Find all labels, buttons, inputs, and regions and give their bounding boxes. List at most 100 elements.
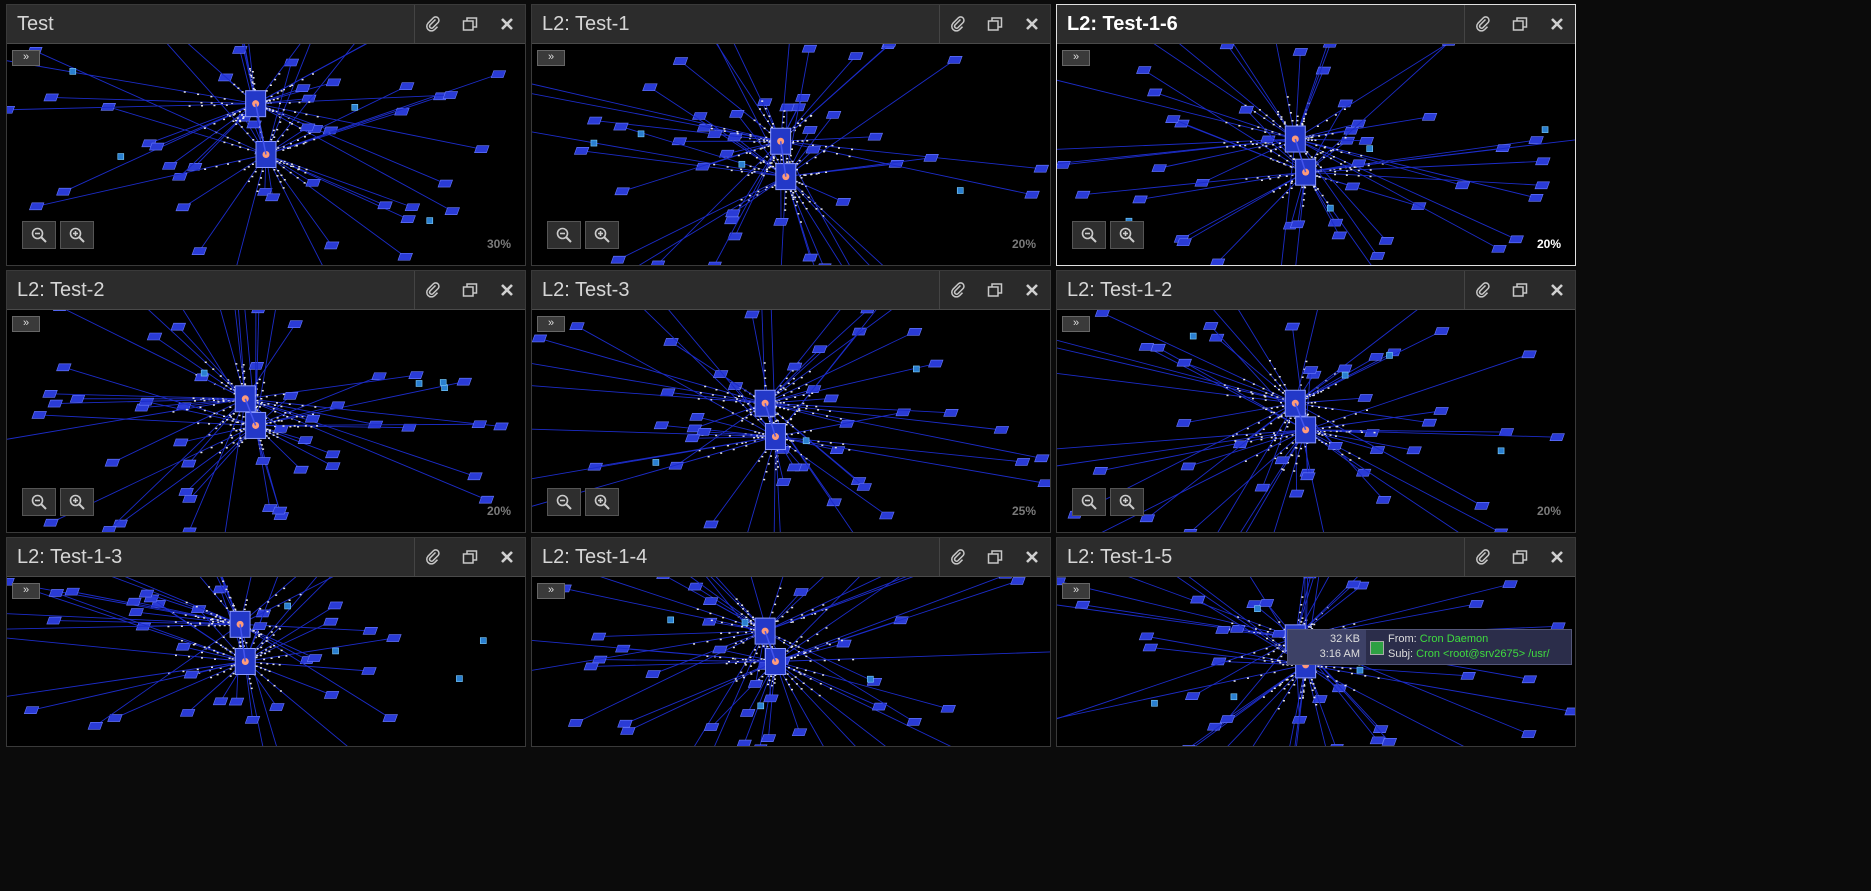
- zoom-in-icon[interactable]: [1110, 488, 1144, 516]
- paperclip-icon[interactable]: [422, 279, 444, 301]
- close-icon[interactable]: [1021, 13, 1043, 35]
- topology-canvas[interactable]: » 20%: [532, 44, 1050, 265]
- zoom-out-icon[interactable]: [22, 488, 56, 516]
- panel-toolbar: [1464, 271, 1575, 309]
- topology-canvas[interactable]: » 30%: [7, 44, 525, 265]
- panel-titlebar[interactable]: L2: Test-1: [532, 5, 1050, 44]
- zoom-in-icon[interactable]: [60, 221, 94, 249]
- panel-toolbar: [414, 538, 525, 576]
- expand-icon[interactable]: »: [12, 316, 40, 332]
- paperclip-icon[interactable]: [947, 279, 969, 301]
- panel-titlebar[interactable]: Test: [7, 5, 525, 44]
- close-icon[interactable]: [1546, 279, 1568, 301]
- panel-titlebar[interactable]: L2: Test-1-2: [1057, 271, 1575, 310]
- restore-window-icon[interactable]: [984, 279, 1006, 301]
- zoom-out-icon[interactable]: [1072, 221, 1106, 249]
- expand-icon[interactable]: »: [1062, 50, 1090, 66]
- zoom-controls: [1072, 221, 1144, 249]
- paperclip-icon[interactable]: [1472, 546, 1494, 568]
- zoom-controls: [22, 488, 94, 516]
- topology-canvas[interactable]: » 20%: [1057, 310, 1575, 532]
- close-icon[interactable]: [1546, 13, 1568, 35]
- zoom-out-icon[interactable]: [547, 488, 581, 516]
- close-icon[interactable]: [1021, 279, 1043, 301]
- paperclip-icon[interactable]: [947, 546, 969, 568]
- tooltip-subject: Subj: Cron <root@srv2675> /usr/: [1388, 648, 1550, 660]
- zoom-in-icon[interactable]: [1110, 221, 1144, 249]
- panel-title: L2: Test-1-2: [1067, 278, 1173, 301]
- restore-window-icon[interactable]: [1509, 546, 1531, 568]
- topology-panel: L2: Test-1 » 20%: [531, 4, 1051, 266]
- panel-toolbar: [939, 5, 1050, 43]
- expand-icon[interactable]: »: [537, 50, 565, 66]
- message-tooltip: 32 KB 3:16 AM From: Cron Daemon Subj: Cron …: [1287, 629, 1572, 665]
- expand-icon[interactable]: »: [1062, 316, 1090, 332]
- panel-title: L2: Test-2: [17, 278, 105, 301]
- tooltip-size: 32 KB: [1330, 633, 1360, 645]
- panel-toolbar: [1464, 538, 1575, 576]
- panel-titlebar[interactable]: L2: Test-1-4: [532, 538, 1050, 577]
- topology-grid: Test » 30% L2: Test-1 » 20% L2: Test-1-6…: [0, 0, 1871, 891]
- restore-window-icon[interactable]: [984, 13, 1006, 35]
- topology-canvas[interactable]: » 20%: [1057, 44, 1575, 265]
- zoom-level: 25%: [1011, 504, 1036, 518]
- zoom-controls: [22, 221, 94, 249]
- expand-icon[interactable]: »: [537, 583, 565, 599]
- paperclip-icon[interactable]: [1472, 13, 1494, 35]
- topology-panel: L2: Test-2 » 20%: [6, 270, 526, 533]
- restore-window-icon[interactable]: [1509, 13, 1531, 35]
- panel-titlebar[interactable]: L2: Test-1-5: [1057, 538, 1575, 577]
- panel-toolbar: [414, 271, 525, 309]
- topology-canvas[interactable]: » 20%: [7, 310, 525, 532]
- paperclip-icon[interactable]: [1472, 279, 1494, 301]
- panel-titlebar[interactable]: L2: Test-2: [7, 271, 525, 310]
- zoom-controls: [547, 488, 619, 516]
- panel-toolbar: [939, 271, 1050, 309]
- close-icon[interactable]: [496, 279, 518, 301]
- topology-graph[interactable]: [7, 577, 525, 746]
- restore-window-icon[interactable]: [1509, 279, 1531, 301]
- topology-graph[interactable]: [532, 577, 1050, 746]
- restore-window-icon[interactable]: [459, 279, 481, 301]
- zoom-in-icon[interactable]: [585, 221, 619, 249]
- close-icon[interactable]: [1546, 546, 1568, 568]
- topology-canvas[interactable]: »: [7, 577, 525, 746]
- panel-title: L2: Test-1: [542, 12, 630, 35]
- zoom-level: 20%: [1536, 504, 1561, 518]
- topology-canvas[interactable]: »: [532, 577, 1050, 746]
- zoom-out-icon[interactable]: [547, 221, 581, 249]
- topology-canvas[interactable]: » 25%: [532, 310, 1050, 532]
- topology-canvas[interactable]: » 32 KB 3:16 AM From: Cron Daemon Subj: Cro…: [1057, 577, 1575, 746]
- zoom-in-icon[interactable]: [60, 488, 94, 516]
- panel-title: L2: Test-1-5: [1067, 545, 1173, 568]
- panel-toolbar: [1464, 5, 1575, 43]
- zoom-controls: [1072, 488, 1144, 516]
- zoom-out-icon[interactable]: [1072, 488, 1106, 516]
- expand-icon[interactable]: »: [12, 583, 40, 599]
- restore-window-icon[interactable]: [984, 546, 1006, 568]
- expand-icon[interactable]: »: [537, 316, 565, 332]
- status-icon: [1370, 641, 1384, 655]
- expand-icon[interactable]: »: [1062, 583, 1090, 599]
- paperclip-icon[interactable]: [422, 13, 444, 35]
- restore-window-icon[interactable]: [459, 13, 481, 35]
- panel-titlebar[interactable]: L2: Test-1-6: [1057, 5, 1575, 44]
- panel-title: L2: Test-1-3: [17, 545, 123, 568]
- panel-toolbar: [939, 538, 1050, 576]
- restore-window-icon[interactable]: [459, 546, 481, 568]
- tooltip-time: 3:16 AM: [1319, 648, 1360, 660]
- expand-icon[interactable]: »: [12, 50, 40, 66]
- paperclip-icon[interactable]: [422, 546, 444, 568]
- close-icon[interactable]: [1021, 546, 1043, 568]
- zoom-out-icon[interactable]: [22, 221, 56, 249]
- tooltip-from: From: Cron Daemon: [1388, 633, 1489, 645]
- panel-titlebar[interactable]: L2: Test-3: [532, 271, 1050, 310]
- panel-title: L2: Test-1-4: [542, 545, 648, 568]
- close-icon[interactable]: [496, 13, 518, 35]
- paperclip-icon[interactable]: [947, 13, 969, 35]
- panel-titlebar[interactable]: L2: Test-1-3: [7, 538, 525, 577]
- panel-title: Test: [17, 12, 54, 35]
- close-icon[interactable]: [496, 546, 518, 568]
- zoom-level: 30%: [486, 237, 511, 251]
- zoom-in-icon[interactable]: [585, 488, 619, 516]
